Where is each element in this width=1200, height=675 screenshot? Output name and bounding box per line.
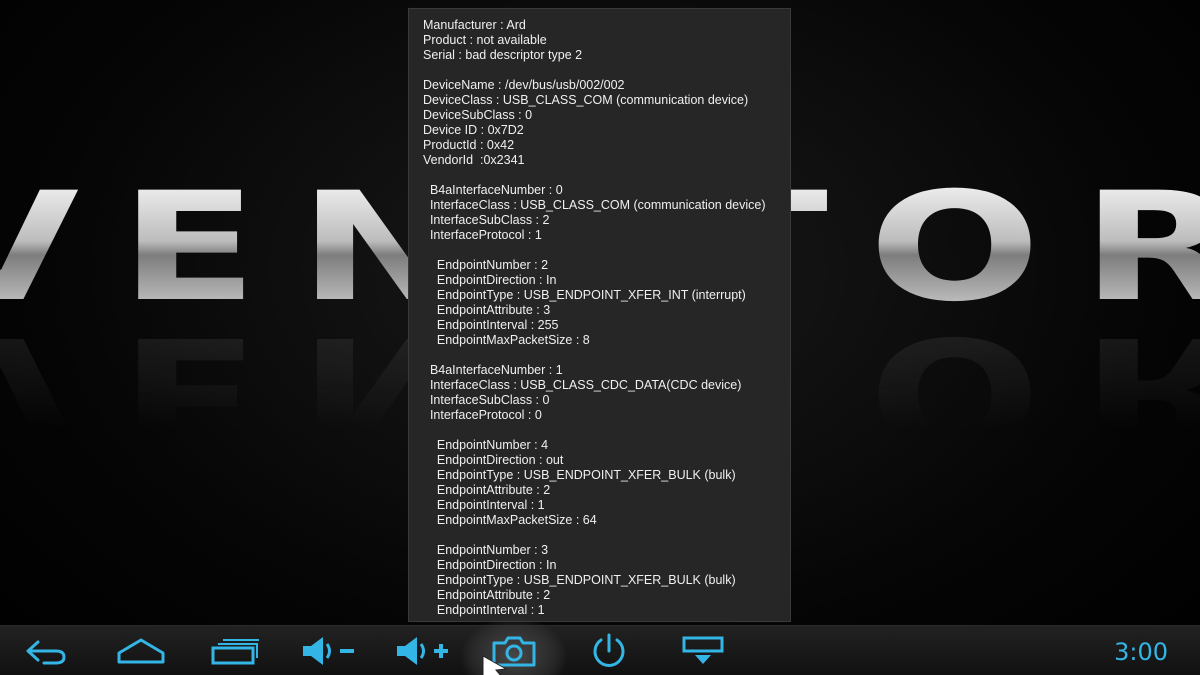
- home-icon: [117, 638, 165, 664]
- back-button[interactable]: [14, 630, 78, 672]
- recent-apps-button[interactable]: [202, 630, 266, 672]
- hide-bar-icon: [682, 636, 724, 664]
- volume-down-icon: [303, 637, 354, 665]
- usb-info-dialog: Manufacturer : Ard Product : not availab…: [408, 8, 791, 622]
- hide-bar-button[interactable]: [671, 630, 735, 672]
- mouse-cursor-icon: [482, 655, 508, 675]
- home-button[interactable]: [109, 630, 173, 672]
- volume-down-button[interactable]: [296, 630, 360, 672]
- clock: 3:00: [1114, 638, 1168, 666]
- back-arrow-icon: [26, 640, 66, 665]
- recent-apps-icon: [211, 639, 259, 665]
- power-button[interactable]: [577, 630, 641, 672]
- volume-up-icon: [397, 637, 448, 665]
- navigation-bar: 3:00: [0, 617, 1200, 675]
- usb-device-info-text: Manufacturer : Ard Product : not availab…: [423, 18, 766, 617]
- volume-up-button[interactable]: [390, 630, 454, 672]
- power-icon: [593, 633, 625, 667]
- screen: VENATOR VENATOR Manufacturer : Ard Produ…: [0, 0, 1200, 675]
